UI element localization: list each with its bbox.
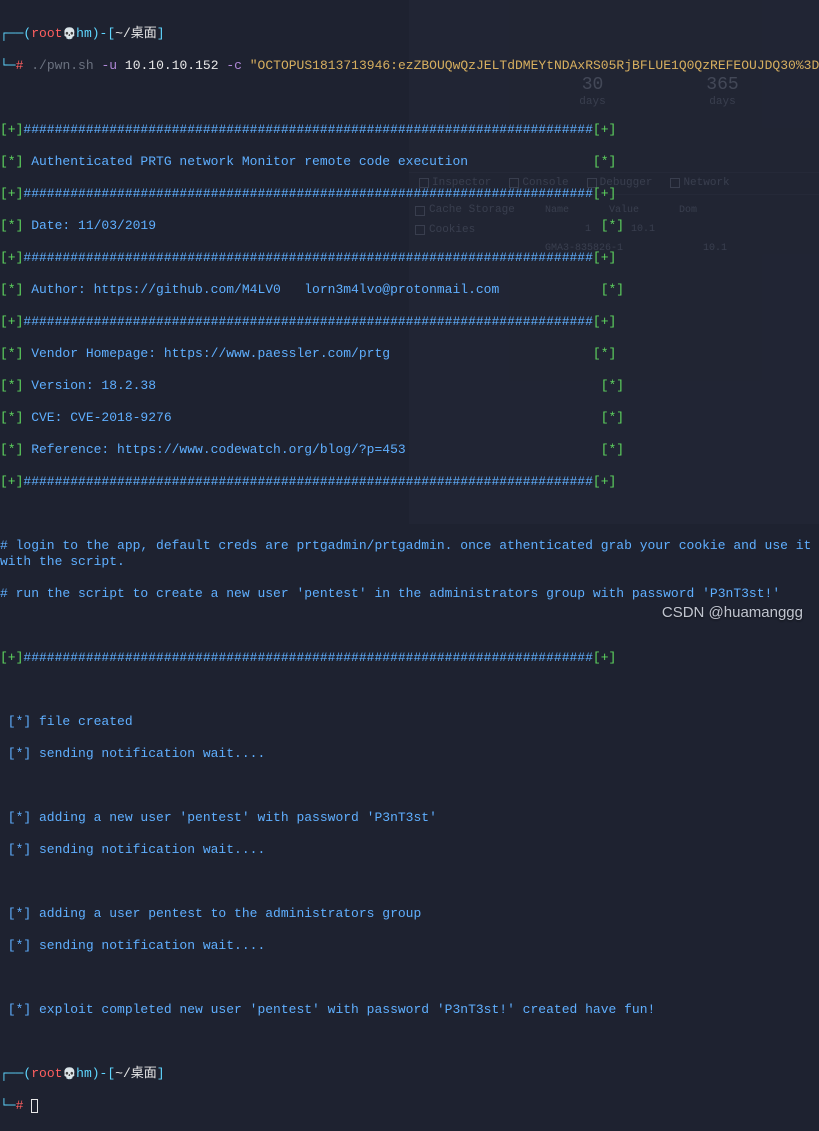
banner-sep: [+]#####################################… bbox=[0, 186, 817, 202]
banner-ref: [*] Reference: https://www.codewatch.org… bbox=[0, 442, 817, 458]
prompt-line-1: ┌──(root💀hm)-[~/桌面] bbox=[0, 26, 817, 43]
prompt-cursor-line[interactable]: └─# bbox=[0, 1098, 817, 1114]
output-sending: [*] sending notification wait.... bbox=[0, 746, 817, 762]
output-adding-user: [*] adding a new user 'pentest' with pas… bbox=[0, 810, 817, 826]
banner-version: [*] Version: 18.2.38 [*] bbox=[0, 378, 817, 394]
instruction-line-1: # login to the app, default creds are pr… bbox=[0, 538, 817, 570]
instruction-line-2: # run the script to create a new user 'p… bbox=[0, 586, 817, 602]
prompt-line-2: ┌──(root💀hm)-[~/桌面] bbox=[0, 1066, 817, 1083]
output-sending: [*] sending notification wait.... bbox=[0, 938, 817, 954]
banner-vendor: [*] Vendor Homepage: https://www.paessle… bbox=[0, 346, 817, 362]
banner-title: [*] Authenticated PRTG network Monitor r… bbox=[0, 154, 817, 170]
output-complete: [*] exploit completed new user 'pentest'… bbox=[0, 1002, 817, 1018]
output-sending: [*] sending notification wait.... bbox=[0, 842, 817, 858]
watermark: CSDN @huamanggg bbox=[662, 604, 803, 622]
banner-sep: [+]#####################################… bbox=[0, 474, 817, 490]
banner-cve: [*] CVE: CVE-2018-9276 [*] bbox=[0, 410, 817, 426]
banner-sep: [+]#####################################… bbox=[0, 650, 817, 666]
banner-sep: [+]#####################################… bbox=[0, 250, 817, 266]
banner-sep: [+]#####################################… bbox=[0, 122, 817, 138]
output-adding-admin: [*] adding a user pentest to the adminis… bbox=[0, 906, 817, 922]
cursor-icon bbox=[31, 1099, 38, 1113]
banner-date: [*] Date: 11/03/2019 [*] bbox=[0, 218, 817, 234]
banner-sep: [+]#####################################… bbox=[0, 314, 817, 330]
output-file-created: [*] file created bbox=[0, 714, 817, 730]
banner-author: [*] Author: https://github.com/M4LV0 lor… bbox=[0, 282, 817, 298]
terminal[interactable]: ┌──(root💀hm)-[~/桌面] └─# ./pwn.sh -u 10.1… bbox=[0, 0, 819, 1131]
command-line: └─# ./pwn.sh -u 10.10.10.152 -c "OCTOPUS… bbox=[0, 58, 817, 74]
